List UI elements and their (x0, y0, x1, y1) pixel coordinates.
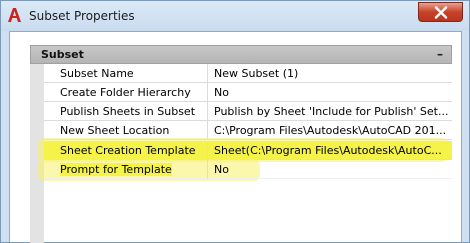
property-name: Publish Sheets in Subset (60, 105, 196, 118)
property-value[interactable]: No (214, 86, 450, 99)
close-button[interactable] (418, 2, 463, 22)
property-value[interactable]: Publish by Sheet 'Include for Publish' S… (214, 105, 450, 118)
property-name: Sheet Creation Template (60, 144, 196, 157)
column-divider[interactable] (207, 83, 208, 102)
property-row-subset-name[interactable]: Subset Name New Subset (1) (44, 64, 452, 83)
column-divider[interactable] (207, 141, 208, 160)
property-value[interactable]: New Subset (1) (214, 67, 450, 80)
property-value[interactable]: Sheet(C:\Program Files\Autodesk\AutoC... (214, 144, 450, 157)
section-title: Subset (41, 48, 84, 61)
property-value[interactable]: C:\Program Files\Autodesk\AutoCAD 201... (214, 124, 450, 137)
column-divider[interactable] (207, 160, 208, 179)
column-divider[interactable] (207, 102, 208, 121)
title-bar[interactable]: Subset Properties (1, 1, 469, 31)
property-row-publish-sheets[interactable]: Publish Sheets in Subset Publish by Shee… (44, 102, 452, 121)
property-row-prompt-for-template[interactable]: Prompt for Template No (44, 160, 452, 179)
property-name: Create Folder Hierarchy (60, 86, 191, 99)
property-name: Prompt for Template (60, 163, 172, 176)
column-divider[interactable] (207, 64, 208, 83)
window-title: Subset Properties (29, 9, 135, 23)
section-header-subset[interactable]: Subset – (30, 45, 452, 64)
property-value[interactable]: No (214, 163, 254, 176)
collapse-icon[interactable]: – (437, 47, 443, 61)
property-row-create-folder-hierarchy[interactable]: Create Folder Hierarchy No (44, 83, 452, 102)
property-row-sheet-creation-template[interactable]: Sheet Creation Template Sheet(C:\Program… (44, 141, 452, 160)
autocad-logo-icon[interactable] (6, 7, 22, 23)
property-name: New Sheet Location (60, 124, 170, 137)
property-name: Subset Name (60, 67, 134, 80)
close-icon (434, 6, 448, 19)
